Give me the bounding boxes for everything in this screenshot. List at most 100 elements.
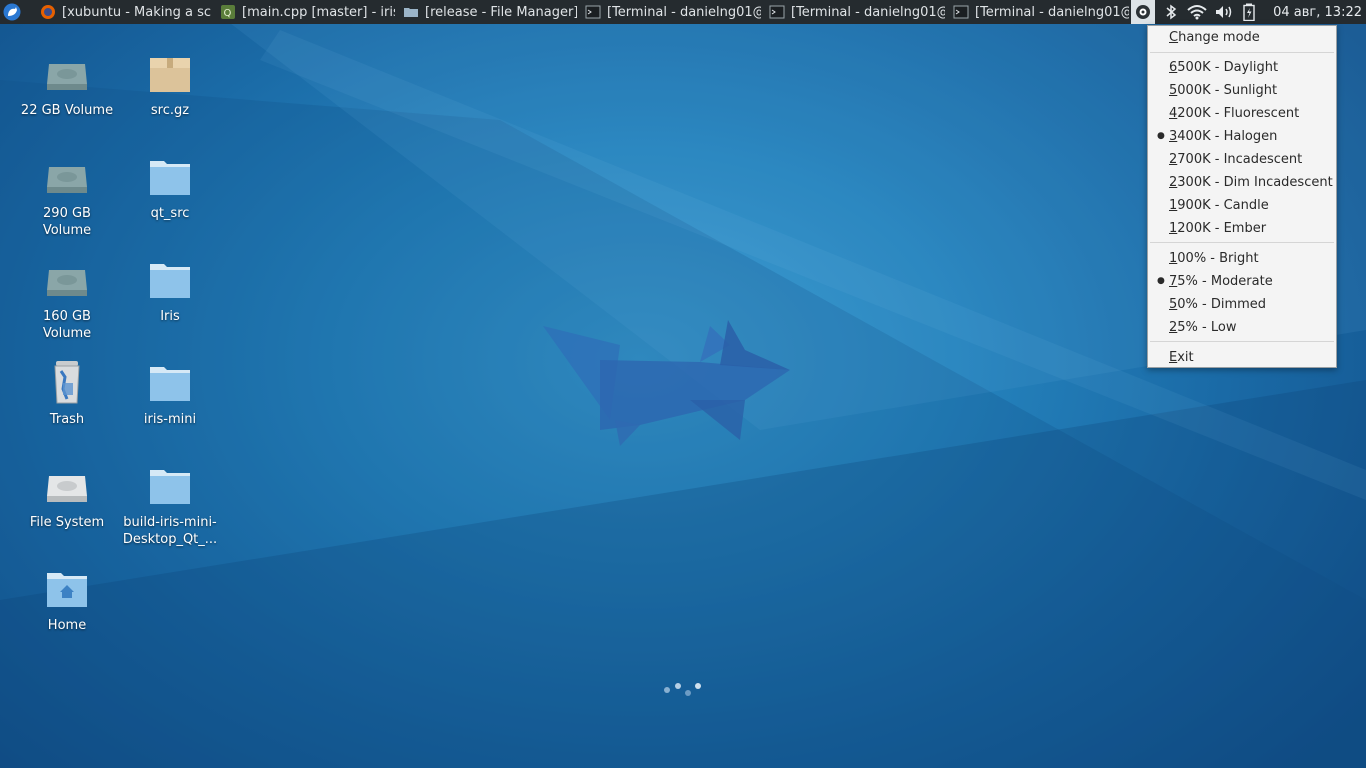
battery-charging-icon (1243, 3, 1255, 21)
menu-item-change-mode[interactable]: Change mode (1148, 26, 1336, 49)
desktop-icon-160gb-volume[interactable]: 160 GB Volume (17, 256, 117, 342)
menu-item-label: 500K - Daylight (1177, 60, 1279, 75)
task-label: [release - File Manager] (425, 4, 577, 20)
icon-label: qt_src (150, 206, 190, 221)
system-tray: 04 авг, 13:22 (1131, 0, 1366, 24)
menu-item-50-dimmed[interactable]: 50% - Dimmed (1148, 293, 1336, 316)
taskbar-item-terminal-1[interactable]: [Terminal - danielng01@... (581, 0, 765, 24)
menu-item-label: 200K - Fluorescent (1177, 106, 1300, 121)
desktop-icon-22gb-volume[interactable]: 22 GB Volume (17, 50, 117, 119)
archive-icon (150, 58, 190, 92)
terminal-icon (953, 5, 969, 19)
desktop-icon-290gb-volume[interactable]: 290 GB Volume (17, 153, 117, 239)
task-label: [Terminal - danielng01@... (791, 4, 945, 20)
top-panel: [xubuntu - Making a scr... Q [main.cpp [… (0, 0, 1366, 24)
taskbar-item-terminal-3[interactable]: [Terminal - danielng01@... (949, 0, 1133, 24)
menu-item-1200k[interactable]: 1200K - Ember (1148, 217, 1336, 240)
folder-icon (150, 367, 190, 401)
drive-icon (47, 167, 87, 193)
xubuntu-logo-icon (3, 3, 21, 21)
volume-tray-button[interactable] (1211, 0, 1237, 24)
taskbar-item-terminal-2[interactable]: [Terminal - danielng01@... (765, 0, 949, 24)
icon-label: iris-mini (143, 412, 197, 427)
menu-item-100-bright[interactable]: 100% - Bright (1148, 247, 1336, 270)
battery-tray-button[interactable] (1237, 0, 1261, 24)
icon-label: Home (47, 618, 87, 633)
desktop-icon-file-system[interactable]: File System (17, 462, 117, 531)
task-label: [main.cpp [master] - iris... (242, 4, 395, 20)
menu-item-label: 900K - Candle (1177, 198, 1269, 213)
desktop-icon-qt-src[interactable]: qt_src (120, 153, 220, 222)
task-label: [xubuntu - Making a scr... (62, 4, 212, 20)
desktop-icon-iris[interactable]: Iris (120, 256, 220, 325)
menu-item-label: 000K - Sunlight (1177, 83, 1278, 98)
desktop-icon-trash[interactable]: Trash (17, 359, 117, 428)
bluetooth-icon (1166, 4, 1177, 20)
folder-icon (150, 264, 190, 298)
icon-label: File System (29, 515, 105, 530)
folder-icon (404, 8, 418, 17)
menu-item-2700k[interactable]: 2700K - Incadescent (1148, 148, 1336, 171)
folder-icon (150, 161, 190, 195)
desktop[interactable]: [xubuntu - Making a scr... Q [main.cpp [… (0, 0, 1366, 768)
menu-item-label: 700K - Incadescent (1177, 152, 1303, 167)
menu-item-label: 0% - Dimmed (1177, 297, 1267, 312)
bluetooth-tray-button[interactable] (1159, 0, 1183, 24)
menu-item-label: 5% - Low (1177, 320, 1237, 335)
taskbar-item-file-manager[interactable]: [release - File Manager] (399, 0, 581, 24)
menu-item-label: 200K - Ember (1177, 221, 1267, 236)
menu-item-2300k[interactable]: 2300K - Dim Incadescent (1148, 171, 1336, 194)
menu-item-label: xit (1177, 350, 1194, 365)
drive-icon (47, 64, 87, 90)
home-folder-icon (47, 573, 87, 607)
menu-item-label: 300K - Dim Incadescent (1177, 175, 1333, 190)
menu-item-25-low[interactable]: 25% - Low (1148, 316, 1336, 339)
icon-label: Trash (49, 412, 85, 427)
menu-separator (1150, 242, 1334, 243)
iris-tray-button[interactable] (1131, 0, 1156, 24)
icon-label: 22 GB Volume (20, 103, 114, 118)
icon-label: Iris (160, 309, 180, 324)
wifi-icon (1187, 5, 1207, 20)
folder-icon (150, 470, 190, 504)
menu-item-5000k[interactable]: 5000K - Sunlight (1148, 79, 1336, 102)
desktop-icon-home[interactable]: Home (17, 565, 117, 634)
icon-label: 290 GB Volume (42, 206, 92, 238)
iris-icon (1136, 5, 1151, 19)
drive-icon (47, 476, 87, 502)
menu-item-75-moderate[interactable]: ● 75% - Moderate (1148, 270, 1336, 293)
task-label: [Terminal - danielng01@... (975, 4, 1129, 20)
taskbar-item-firefox[interactable]: [xubuntu - Making a scr... (36, 0, 216, 24)
trash-icon (54, 361, 80, 404)
wifi-tray-button[interactable] (1183, 0, 1211, 24)
terminal-icon (769, 5, 785, 19)
taskbar-item-qt-creator[interactable]: Q [main.cpp [master] - iris... (216, 0, 399, 24)
mnemonic: E (1169, 350, 1178, 365)
desktop-icon-src-gz[interactable]: src.gz (120, 50, 220, 119)
task-label: [Terminal - danielng01@... (607, 4, 761, 20)
volume-icon (1216, 6, 1232, 18)
menu-item-label: 00% - Bright (1177, 251, 1259, 266)
desktop-icon-build-iris-mini[interactable]: build-iris-mini-Desktop_Qt_... (120, 462, 220, 548)
iris-context-menu: Change mode 6500K - Daylight 5000K - Sun… (1147, 25, 1337, 368)
radio-selected-icon: ● (1157, 276, 1165, 286)
menu-item-3400k[interactable]: ● 3400K - Halogen (1148, 125, 1336, 148)
menu-separator (1150, 341, 1334, 342)
qt-creator-icon: Q (221, 5, 235, 19)
icon-label: 160 GB Volume (42, 309, 92, 341)
menu-item-1900k[interactable]: 1900K - Candle (1148, 194, 1336, 217)
radio-selected-icon: ● (1157, 131, 1165, 141)
firefox-icon (41, 5, 55, 19)
icon-label: src.gz (150, 103, 190, 118)
menu-item-label: 400K - Halogen (1177, 129, 1278, 144)
whisker-menu-button[interactable] (0, 0, 24, 24)
icon-label: build-iris-mini-Desktop_Qt_... (122, 515, 218, 547)
drive-icon (47, 270, 87, 296)
menu-item-exit[interactable]: Exit (1148, 346, 1336, 369)
clock[interactable]: 04 авг, 13:22 (1261, 0, 1366, 24)
menu-item-4200k[interactable]: 4200K - Fluorescent (1148, 102, 1336, 125)
desktop-icon-iris-mini[interactable]: iris-mini (120, 359, 220, 428)
menu-item-6500k[interactable]: 6500K - Daylight (1148, 56, 1336, 79)
loading-spinner-icon (664, 683, 701, 696)
svg-text:Q: Q (224, 8, 232, 19)
